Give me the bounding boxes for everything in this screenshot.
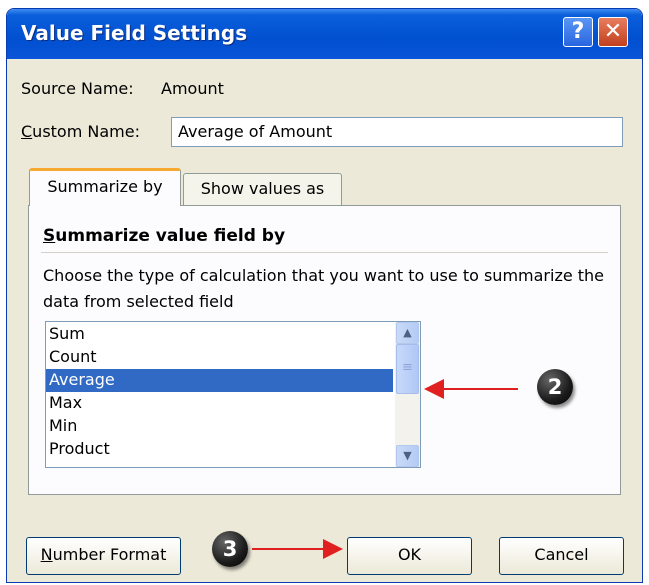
callout-3-badge: 3 [212,531,248,567]
tab-summarize-by[interactable]: Summarize by [29,168,181,206]
callout-2-badge: 2 [537,369,573,405]
annotation-arrows [252,379,518,559]
